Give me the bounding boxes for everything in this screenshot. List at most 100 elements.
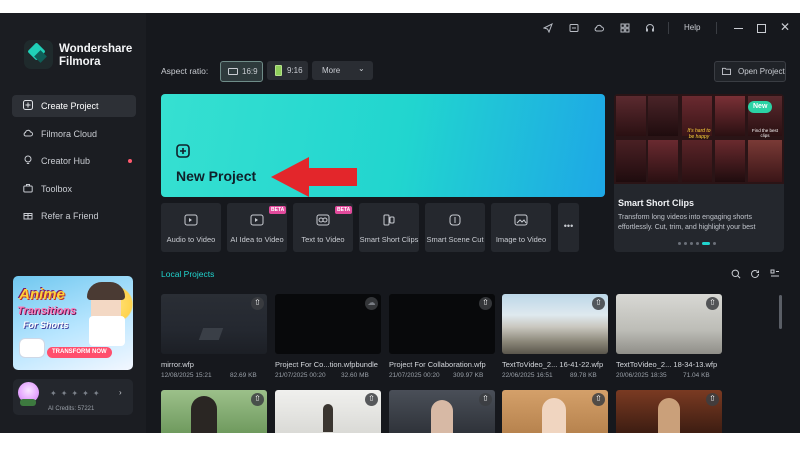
cloud-upload-icon[interactable]: ⇧ (251, 393, 264, 406)
sidebar-item-label: Refer a Friend (41, 211, 99, 221)
restore-icon[interactable] (757, 24, 766, 33)
lightbulb-icon (24, 155, 32, 164)
cloud-upload-icon[interactable]: ⇧ (706, 297, 719, 310)
sidebar: Wondershare Filmora Create Project Filmo… (0, 13, 146, 433)
sidebar-item-label: Creator Hub (41, 156, 91, 166)
sidebar-item-toolbox[interactable]: Toolbox (12, 178, 136, 200)
cloud-upload-icon[interactable]: ⇧ (479, 297, 492, 310)
feature-icons-row: ✦✦✦✦✦ (50, 389, 104, 398)
cloud-upload-icon[interactable]: ⇧ (592, 297, 605, 310)
transform-now-button[interactable]: TRANSFORM NOW (47, 347, 112, 358)
project-thumbnail[interactable]: ☁ (275, 294, 381, 354)
anime-transitions-promo[interactable]: Anime Transitions For Shorts TRANSFORM N… (13, 276, 133, 370)
grid-icon[interactable] (620, 23, 630, 33)
chevron-right-icon[interactable]: › (119, 388, 122, 397)
audio-to-video-icon (184, 214, 198, 226)
folder-icon (722, 67, 731, 75)
sidebar-item-filmora-cloud[interactable]: Filmora Cloud (12, 123, 136, 145)
more-icon: ••• (563, 221, 574, 231)
promo-subtitle: Transitions (17, 305, 77, 317)
refresh-icon[interactable] (750, 269, 760, 279)
promo-subtitle-2: For Shorts (23, 320, 69, 330)
divider (668, 22, 669, 34)
minimize-icon[interactable] (734, 28, 743, 29)
cloud-upload-icon[interactable] (594, 23, 604, 33)
project-thumbnail[interactable]: ⇧ (502, 294, 608, 354)
cloud-upload-icon[interactable]: ⇧ (251, 297, 264, 310)
smart-short-clips-icon (383, 214, 395, 226)
new-badge: New (748, 101, 773, 113)
ai-idea-icon (250, 214, 264, 226)
project-size: 32.60 MB (341, 372, 369, 379)
project-name: TextToVideo_2... 16-41-22.wfp (502, 360, 604, 369)
project-size: 89.78 KB (570, 372, 597, 379)
tool-smart-short-clips[interactable]: Smart Short Clips (359, 203, 419, 252)
divider (716, 22, 717, 34)
cloud-icon[interactable]: ☁ (365, 297, 378, 310)
sidebar-item-label: Toolbox (41, 184, 73, 194)
filmora-window: Wondershare Filmora Create Project Filmo… (0, 13, 800, 433)
project-name: Project For Co...tion.wfpbundle (275, 360, 378, 369)
cloud-icon (23, 129, 33, 137)
new-project-button[interactable]: New Project (161, 94, 605, 197)
plus-square-icon (23, 100, 33, 110)
tool-ai-idea-to-video[interactable]: BETA AI Idea to Video (227, 203, 287, 252)
new-project-label: New Project (176, 168, 257, 184)
send-icon[interactable] (543, 23, 553, 33)
project-thumbnail[interactable]: ⇧ (161, 294, 267, 354)
landscape-icon (228, 68, 238, 75)
project-thumbnail[interactable]: ⇧ (616, 390, 722, 433)
project-thumbnail[interactable]: ⇧ (389, 294, 495, 354)
project-thumbnail[interactable]: ⇧ (502, 390, 608, 433)
project-size: 82.69 KB (230, 372, 257, 379)
project-size: 71.04 KB (683, 372, 710, 379)
tool-audio-to-video[interactable]: Audio to Video (161, 203, 221, 252)
cloud-upload-icon[interactable]: ⇧ (592, 393, 605, 406)
project-date: 21/07/2025 00:20 (275, 372, 326, 379)
brand-name: Wondershare Filmora (59, 43, 133, 68)
aspect-ratio-label: Aspect ratio: (161, 66, 209, 76)
cloud-upload-icon[interactable]: ⇧ (706, 393, 719, 406)
tool-image-to-video[interactable]: Image to Video (491, 203, 551, 252)
red-arrow-annotation (271, 157, 357, 197)
scrollbar-thumb[interactable] (779, 295, 782, 329)
toolbox-icon (23, 184, 33, 193)
media-icon[interactable] (569, 23, 579, 33)
sidebar-item-label: Create Project (41, 101, 99, 111)
promo-title: Anime (19, 286, 65, 303)
project-thumbnail[interactable]: ⇧ (275, 390, 381, 433)
smart-short-clips-card[interactable]: It's hard to be happy Find the best clip… (614, 94, 784, 252)
cloud-upload-icon[interactable]: ⇧ (365, 393, 378, 406)
aspect-9-16-button[interactable]: 9:16 (267, 61, 308, 80)
sidebar-item-create-project[interactable]: Create Project (12, 95, 136, 117)
project-date: 22/06/2025 16:51 (502, 372, 553, 379)
cloud-upload-icon[interactable]: ⇧ (479, 393, 492, 406)
filmora-logo-icon (24, 40, 53, 69)
smart-clips-description: Transform long videos into engaging shor… (618, 214, 752, 221)
sidebar-item-refer-a-friend[interactable]: Refer a Friend (12, 205, 136, 227)
tool-smart-scene-cut[interactable]: Smart Scene Cut (425, 203, 485, 252)
aspect-16-9-button[interactable]: 16:9 (220, 61, 263, 82)
more-aspect-dropdown[interactable]: More ⌄ (312, 61, 373, 80)
project-date: 12/08/2025 15:21 (161, 372, 212, 379)
headset-icon[interactable] (645, 23, 655, 33)
project-thumbnail[interactable]: ⇧ (616, 294, 722, 354)
open-project-button[interactable]: Open Project (714, 61, 786, 82)
text-to-video-icon (316, 214, 330, 226)
portrait-icon (275, 65, 282, 76)
project-date: 21/07/2025 00:20 (389, 372, 440, 379)
smart-clips-description-2: effortlessly. Cut, trim, and highlight y… (618, 224, 756, 231)
help-button[interactable]: Help (684, 23, 700, 32)
tool-text-to-video[interactable]: BETA Text to Video (293, 203, 353, 252)
sidebar-item-creator-hub[interactable]: Creator Hub (12, 150, 136, 172)
close-icon[interactable]: ✕ (780, 20, 790, 34)
notification-dot (128, 159, 132, 163)
carousel-indicator[interactable] (678, 242, 718, 246)
more-tools-button[interactable]: ••• (558, 203, 579, 252)
project-thumbnail[interactable]: ⇧ (161, 390, 267, 433)
image-to-video-icon (514, 214, 528, 226)
project-thumbnail[interactable]: ⇧ (389, 390, 495, 433)
search-icon[interactable] (731, 269, 741, 279)
gift-icon (23, 213, 33, 220)
layout-toggle-icon[interactable] (770, 269, 780, 279)
